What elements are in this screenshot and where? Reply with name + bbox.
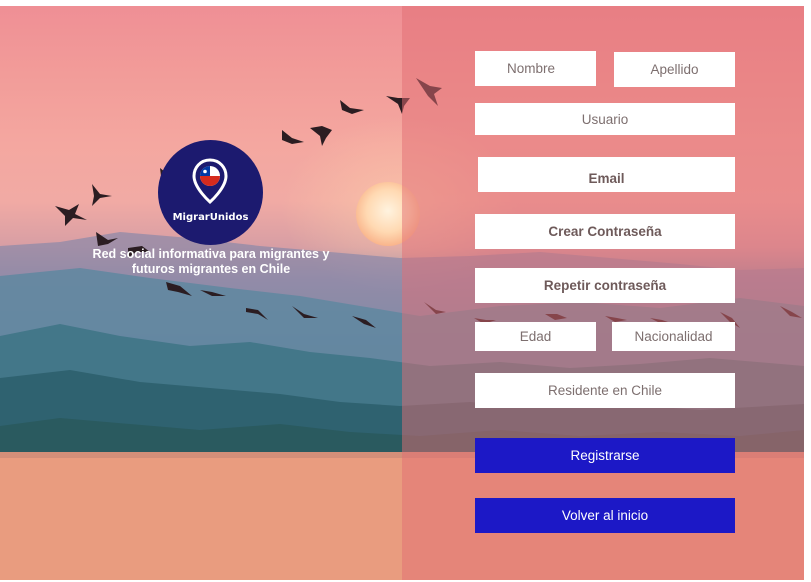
apellido-input[interactable]: [614, 52, 735, 87]
nombre-input[interactable]: [475, 51, 596, 86]
edad-input[interactable]: [475, 322, 596, 351]
back-to-home-button[interactable]: Volver al inicio: [475, 498, 735, 533]
tagline-line-1: Red social informativa para migrantes y: [92, 247, 330, 261]
residente-input[interactable]: [475, 373, 735, 408]
tagline-line-2: futuros migrantes en Chile: [131, 262, 291, 276]
register-button[interactable]: Registrarse: [475, 438, 735, 473]
brand-name: MigrarUnidos: [172, 212, 249, 223]
location-pin-flag-icon: [192, 158, 228, 204]
repetir-contrasena-input[interactable]: [475, 268, 735, 303]
crear-contrasena-input[interactable]: [475, 214, 735, 249]
nacionalidad-input[interactable]: [612, 322, 735, 351]
usuario-input[interactable]: [475, 103, 735, 135]
brand-tagline: Red social informativa para migrantes y …: [80, 247, 342, 277]
email-input[interactable]: [478, 157, 735, 192]
brand-logo: MigrarUnidos: [158, 140, 263, 245]
